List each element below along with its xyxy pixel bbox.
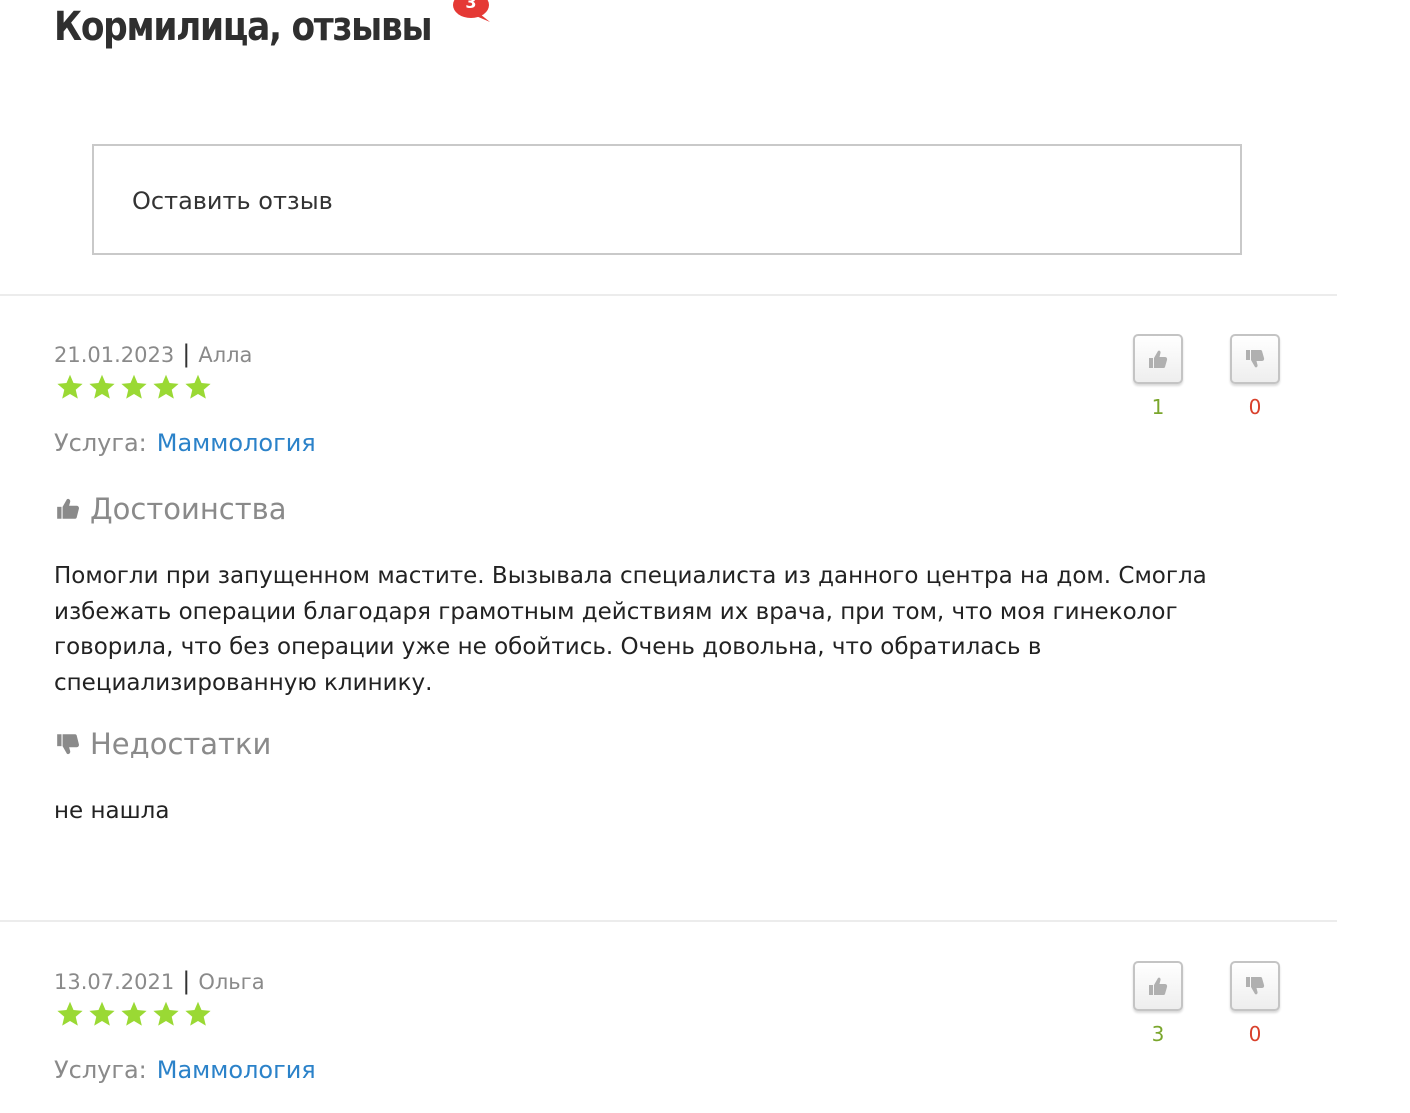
thumbs-up-icon: [57, 498, 79, 519]
star-icon: [57, 1001, 83, 1026]
review-count-badge: 3: [452, 0, 492, 26]
star-icon: [57, 374, 83, 399]
cons-heading: Недостатки: [54, 727, 271, 761]
downvote-button[interactable]: [1230, 334, 1280, 384]
star-icon: [153, 1001, 179, 1026]
star-icon: [185, 374, 211, 399]
thumbs-down-icon: [1246, 350, 1265, 368]
thumbs-down-icon: [57, 734, 79, 755]
thumbs-down-icon: [1246, 977, 1265, 995]
cons-heading-label: Недостатки: [90, 727, 272, 761]
thumbs-up-icon: [1149, 350, 1168, 368]
review-author: Алла: [198, 343, 253, 367]
star-icon: [89, 1001, 115, 1026]
review-meta: 13.07.2021 | Ольга: [54, 967, 265, 995]
rating-stars: [56, 1000, 212, 1028]
service-link[interactable]: Маммология: [157, 1056, 316, 1084]
divider: [0, 294, 1337, 296]
pros-heading: Достоинства: [54, 492, 287, 526]
star-icon: [121, 1001, 147, 1026]
upvote-button[interactable]: [1133, 961, 1183, 1011]
review-meta: 21.01.2023 | Алла: [54, 340, 252, 368]
rating-stars: [56, 373, 212, 401]
cons-text: не нашла: [54, 798, 170, 824]
upvote-count: 3: [1151, 1022, 1165, 1046]
review-date: 21.01.2023: [54, 343, 175, 367]
leave-review-label: Оставить отзыв: [132, 187, 333, 215]
review-count: 3: [465, 0, 477, 12]
service-line: Услуга: Маммология: [54, 1056, 316, 1084]
star-icon: [153, 374, 179, 399]
meta-separator: |: [182, 967, 191, 995]
service-line: Услуга: Маммология: [54, 429, 316, 457]
upvote-button[interactable]: [1133, 334, 1183, 384]
review-date: 13.07.2021: [54, 970, 175, 994]
downvote-count: 0: [1248, 1022, 1262, 1046]
downvote-button[interactable]: [1230, 961, 1280, 1011]
service-link[interactable]: Маммология: [157, 429, 316, 457]
star-icon: [121, 374, 147, 399]
divider: [0, 920, 1337, 922]
star-icon: [89, 374, 115, 399]
meta-separator: |: [182, 340, 191, 368]
page-header: Кормилица, отзывы 3: [54, 0, 493, 56]
page-title: Кормилица, отзывы: [54, 4, 433, 50]
upvote-count: 1: [1151, 395, 1165, 419]
service-label: Услуга:: [54, 1056, 147, 1084]
downvote-count: 0: [1248, 395, 1262, 419]
review-author: Ольга: [198, 970, 265, 994]
star-icon: [185, 1001, 211, 1026]
leave-review-field[interactable]: Оставить отзыв: [92, 144, 1242, 255]
thumbs-up-icon: [1149, 977, 1168, 995]
pros-text: Помогли при запущенном мастите. Вызывала…: [54, 563, 1207, 696]
service-label: Услуга:: [54, 429, 147, 457]
pros-heading-label: Достоинства: [90, 492, 287, 526]
